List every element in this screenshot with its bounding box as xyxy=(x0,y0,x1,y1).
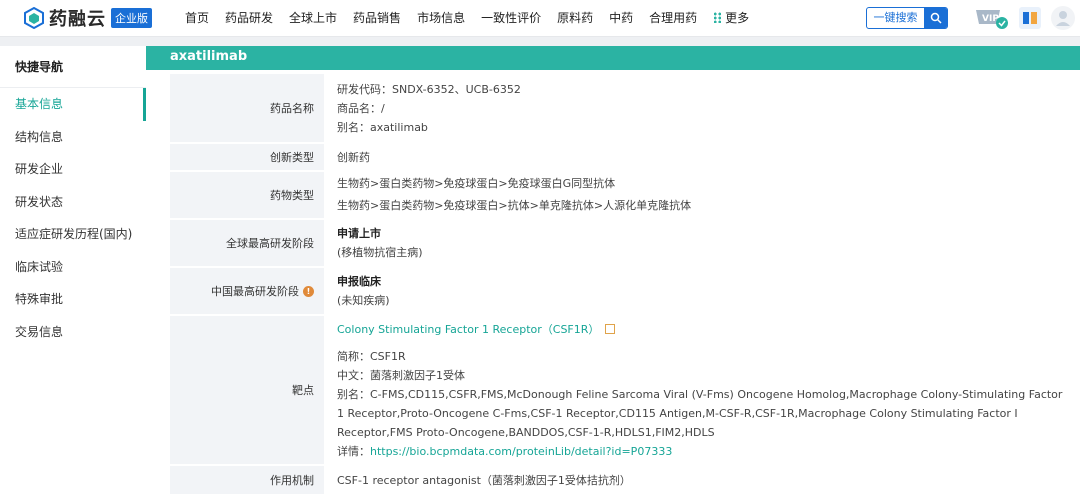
label-china-stage: 中国最高研发阶段 ! xyxy=(170,268,324,314)
target-aliases: 别名：C-FMS,CD115,CSFR,FMS,McDonough Feline… xyxy=(337,388,1063,439)
logo-icon xyxy=(24,7,44,29)
vip-icon[interactable]: VIP xyxy=(973,6,1009,30)
drug-type-line: 生物药>蛋白类药物>免疫球蛋白>免疫球蛋白G同型抗体 xyxy=(337,177,616,190)
user-icon xyxy=(1056,11,1070,26)
value-mechanism: CSF-1 receptor antagonist（菌落刺激因子1受体拮抗剂） xyxy=(324,466,1080,494)
target-chinese: 中文：菌落刺激因子1受体 xyxy=(337,369,465,382)
china-stage-text: 申报临床 xyxy=(337,275,381,288)
value-drug-type: 生物药>蛋白类药物>免疫球蛋白>免疫球蛋白G同型抗体 生物药>蛋白类药物>免疫球… xyxy=(324,172,1080,218)
drug-title: axatilimab xyxy=(146,46,1080,70)
basic-info-table: 药品名称 研发代码：SNDX-6352、UCB-6352 商品名：/ 别名：ax… xyxy=(170,74,1080,496)
sidebar-item-rd-status[interactable]: 研发状态 xyxy=(0,186,146,219)
value-china-stage: 申报临床 (未知疾病) xyxy=(324,268,1080,314)
innovation-text: 创新药 xyxy=(337,150,370,164)
sidebar-item-special-approval[interactable]: 特殊审批 xyxy=(0,283,146,316)
label-china-stage-text: 中国最高研发阶段 xyxy=(211,285,299,298)
row-china-stage: 中国最高研发阶段 ! 申报临床 (未知疾病) xyxy=(170,268,1080,316)
value-innovation-type: 创新药 xyxy=(324,144,1080,170)
drug-type-line: 生物药>蛋白类药物>免疫球蛋白>抗体>单克隆抗体>人源化单克隆抗体 xyxy=(337,199,692,212)
label-drug-type: 药物类型 xyxy=(170,172,324,218)
label-mechanism: 作用机制 xyxy=(170,466,324,494)
value-target: Colony Stimulating Factor 1 Receptor（CSF… xyxy=(324,316,1080,464)
sidebar-item-transactions[interactable]: 交易信息 xyxy=(0,316,146,349)
mechanism-text: CSF-1 receptor antagonist（菌落刺激因子1受体拮抗剂） xyxy=(337,473,631,487)
rd-codes: 研发代码：SNDX-6352、UCB-6352 xyxy=(337,82,521,96)
target-abbr: 简称：CSF1R xyxy=(337,350,406,363)
sidebar-item-indication-history[interactable]: 适应症研发历程(国内) xyxy=(0,218,146,251)
quick-nav-sidebar: 快捷导航 基本信息 结构信息 研发企业 研发状态 适应症研发历程(国内) 临床试… xyxy=(0,46,146,503)
value-drug-name: 研发代码：SNDX-6352、UCB-6352 商品名：/ 别名：axatili… xyxy=(324,74,1080,142)
detail-link[interactable]: https://bio.bcpmdata.com/proteinLib/deta… xyxy=(370,445,672,458)
target-link[interactable]: Colony Stimulating Factor 1 Receptor（CSF… xyxy=(337,323,599,336)
alias: 别名：axatilimab xyxy=(337,120,428,134)
trade-name: 商品名：/ xyxy=(337,101,385,115)
quick-search-label: 一键搜索 xyxy=(873,11,918,24)
row-drug-name: 药品名称 研发代码：SNDX-6352、UCB-6352 商品名：/ 别名：ax… xyxy=(170,74,1080,144)
row-mechanism: 作用机制 CSF-1 receptor antagonist（菌落刺激因子1受体… xyxy=(170,466,1080,496)
enterprise-badge: 企业版 xyxy=(111,8,152,28)
user-avatar[interactable] xyxy=(1051,6,1075,30)
row-global-stage: 全球最高研发阶段 申请上市 (移植物抗宿主病) xyxy=(170,220,1080,268)
main-content: axatilimab 药品名称 研发代码：SNDX-6352、UCB-6352 … xyxy=(146,46,1080,503)
top-header: 药融云 企业版 首页 药品研发 全球上市 药品销售 市场信息 一致性评价 原料药… xyxy=(0,0,1080,37)
value-global-stage: 申请上市 (移植物抗宿主病) xyxy=(324,220,1080,266)
quick-search-button[interactable]: 一键搜索 xyxy=(866,7,948,29)
info-icon[interactable]: ! xyxy=(303,285,314,297)
nav-rational-use[interactable]: 合理用药 xyxy=(649,0,697,37)
brand-name: 药融云 xyxy=(49,9,106,30)
detail-label: 详情： xyxy=(337,445,370,458)
row-innovation-type: 创新类型 创新药 xyxy=(170,144,1080,172)
main-nav: 首页 药品研发 全球上市 药品销售 市场信息 一致性评价 原料药 中药 合理用药… xyxy=(185,0,765,37)
sidebar-item-clinical-trials[interactable]: 临床试验 xyxy=(0,251,146,284)
grid-dots-icon xyxy=(713,12,723,23)
label-global-stage: 全球最高研发阶段 xyxy=(170,220,324,266)
nav-more-label: 更多 xyxy=(725,11,750,25)
global-stage-text: 申请上市 xyxy=(337,227,381,240)
nav-more[interactable]: 更多 xyxy=(713,0,749,37)
label-innovation-type: 创新类型 xyxy=(170,144,324,170)
nav-market-info[interactable]: 市场信息 xyxy=(417,0,465,37)
nav-drug-sales[interactable]: 药品销售 xyxy=(353,0,401,37)
label-drug-name: 药品名称 xyxy=(170,74,324,142)
book-icon[interactable] xyxy=(1019,7,1041,29)
row-drug-type: 药物类型 生物药>蛋白类药物>免疫球蛋白>免疫球蛋白G同型抗体 生物药>蛋白类药… xyxy=(170,172,1080,220)
row-target: 靶点 Colony Stimulating Factor 1 Receptor（… xyxy=(170,316,1080,466)
nav-api[interactable]: 原料药 xyxy=(557,0,593,37)
sidebar-item-structure[interactable]: 结构信息 xyxy=(0,121,146,154)
sidebar-title: 快捷导航 xyxy=(0,46,146,88)
global-stage-note: (移植物抗宿主病) xyxy=(337,246,423,259)
nav-tcm[interactable]: 中药 xyxy=(609,0,633,37)
nav-global-launch[interactable]: 全球上市 xyxy=(289,0,337,37)
sidebar-item-companies[interactable]: 研发企业 xyxy=(0,153,146,186)
brand-logo[interactable]: 药融云 企业版 xyxy=(23,6,152,30)
sidebar-item-basic-info[interactable]: 基本信息 xyxy=(0,88,146,121)
search-icon xyxy=(924,8,947,28)
nav-consistency[interactable]: 一致性评价 xyxy=(481,0,541,37)
china-stage-note: (未知疾病) xyxy=(337,294,390,307)
label-target: 靶点 xyxy=(170,316,324,464)
external-link-icon[interactable] xyxy=(605,324,616,334)
nav-drug-rd[interactable]: 药品研发 xyxy=(225,0,273,37)
nav-home[interactable]: 首页 xyxy=(185,0,209,37)
